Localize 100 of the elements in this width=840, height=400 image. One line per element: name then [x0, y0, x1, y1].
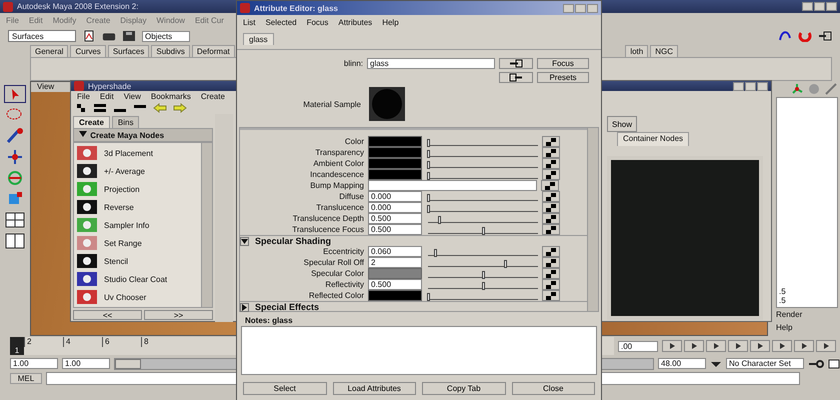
- range-handle[interactable]: [115, 358, 141, 368]
- node-item[interactable]: 3d Placement: [76, 145, 199, 161]
- color-swatch[interactable]: [368, 136, 422, 147]
- maximize-button[interactable]: [745, 82, 756, 90]
- playback-button-icon[interactable]: [662, 340, 682, 352]
- input-connections-button[interactable]: [499, 58, 533, 69]
- end-time-field[interactable]: .00: [618, 340, 658, 352]
- map-button[interactable]: [542, 136, 560, 147]
- key-icon[interactable]: [808, 358, 824, 368]
- dialog-button[interactable]: Copy Tab: [422, 382, 506, 395]
- tab[interactable]: Bins: [112, 116, 140, 128]
- dialog-button[interactable]: Load Attributes: [332, 382, 416, 395]
- menu-item[interactable]: Help: [776, 321, 838, 334]
- playback-button-icon[interactable]: [728, 340, 748, 352]
- map-button[interactable]: [542, 147, 560, 158]
- map-button[interactable]: [542, 290, 560, 301]
- slider-thumb[interactable]: [482, 271, 485, 279]
- dialog-button[interactable]: Select: [243, 382, 326, 395]
- map-button[interactable]: [542, 169, 560, 180]
- node-item[interactable]: Stencil: [76, 253, 199, 269]
- tab[interactable]: Create: [73, 116, 110, 128]
- slider-thumb[interactable]: [482, 227, 485, 235]
- shelf-tab[interactable]: Deformat: [192, 45, 235, 57]
- menu-item[interactable]: Attributes: [338, 18, 372, 26]
- playback-button-icon[interactable]: [816, 340, 836, 352]
- dialog-button[interactable]: Close: [512, 382, 595, 395]
- menu-set-dropdown[interactable]: Surfaces: [8, 30, 76, 42]
- slider[interactable]: [428, 291, 538, 300]
- node-item[interactable]: +/- Average: [76, 163, 199, 179]
- slider-thumb[interactable]: [427, 293, 430, 301]
- menu-item[interactable]: View: [124, 92, 141, 101]
- map-button[interactable]: [541, 180, 559, 191]
- node-item[interactable]: Projection: [76, 181, 199, 197]
- pencil-icon[interactable]: [824, 83, 838, 95]
- node-name-field[interactable]: glass: [367, 58, 495, 69]
- node-item[interactable]: Studio Clear Coat: [76, 271, 199, 287]
- slider[interactable]: [428, 148, 538, 157]
- command-language-label[interactable]: MEL: [10, 373, 42, 384]
- slider-thumb[interactable]: [438, 216, 441, 224]
- color-swatch[interactable]: [368, 169, 422, 180]
- map-button[interactable]: [542, 202, 560, 213]
- brush-icon[interactable]: [4, 127, 26, 145]
- checker-icon[interactable]: [75, 102, 87, 114]
- expand-toggle[interactable]: [240, 302, 249, 312]
- menu-item[interactable]: Edit: [100, 92, 114, 101]
- arrow-right-icon[interactable]: [173, 102, 187, 114]
- slider-thumb[interactable]: [427, 172, 430, 180]
- curve-icon[interactable]: [778, 30, 792, 42]
- expand-toggle[interactable]: [240, 236, 249, 246]
- value-field[interactable]: 0.500: [368, 224, 422, 235]
- minimize-button[interactable]: [733, 82, 744, 90]
- tab[interactable]: glass: [243, 33, 274, 45]
- color-swatch[interactable]: [368, 268, 422, 279]
- slider-thumb[interactable]: [427, 205, 430, 213]
- map-button[interactable]: [542, 191, 560, 202]
- slider[interactable]: [428, 159, 538, 168]
- playback-button-icon[interactable]: [772, 340, 792, 352]
- presets-button[interactable]: Presets: [537, 72, 589, 83]
- shelf-tab[interactable]: Surfaces: [108, 45, 150, 57]
- color-swatch[interactable]: [368, 290, 422, 301]
- slider[interactable]: [428, 280, 538, 289]
- value-field[interactable]: 0.060: [368, 246, 422, 257]
- slider-thumb[interactable]: [427, 150, 430, 158]
- menu-item[interactable]: View: [37, 82, 54, 92]
- slider-thumb[interactable]: [482, 282, 485, 290]
- shelf-tab[interactable]: Subdivs: [151, 45, 190, 57]
- selection-mode-field[interactable]: Objects: [142, 30, 190, 42]
- slider[interactable]: [428, 192, 538, 201]
- input-icon[interactable]: [818, 30, 832, 42]
- map-button[interactable]: [542, 279, 560, 290]
- shelf-tab[interactable]: General: [30, 45, 68, 57]
- menu-item[interactable]: Render: [776, 308, 838, 321]
- value-field[interactable]: 2: [368, 257, 422, 268]
- map-button[interactable]: [542, 224, 560, 235]
- slider-thumb[interactable]: [427, 161, 430, 169]
- map-button[interactable]: [542, 213, 560, 224]
- slider-thumb[interactable]: [427, 139, 430, 147]
- playback-button-icon[interactable]: [794, 340, 814, 352]
- notes-field[interactable]: [241, 326, 597, 375]
- slider[interactable]: [428, 214, 538, 223]
- color-swatch[interactable]: [368, 158, 422, 169]
- focus-button[interactable]: Focus: [537, 58, 589, 69]
- section-header[interactable]: Create Maya Nodes: [73, 128, 213, 142]
- nav-button[interactable]: >>: [144, 310, 213, 320]
- color-swatch[interactable]: [368, 147, 422, 158]
- menu-item[interactable]: Focus: [306, 18, 328, 26]
- start-time-field[interactable]: 1.00: [10, 358, 58, 369]
- axes-icon[interactable]: [790, 83, 804, 95]
- slider[interactable]: [428, 247, 538, 256]
- shelf-tab[interactable]: loth: [625, 45, 648, 57]
- playback-button-icon[interactable]: [706, 340, 726, 352]
- slider-thumb[interactable]: [504, 260, 507, 268]
- shelf-tab[interactable]: Curves: [70, 45, 106, 57]
- scrollbar[interactable]: [201, 143, 212, 307]
- node-item[interactable]: Sampler Info: [76, 217, 199, 233]
- slider[interactable]: [428, 225, 538, 234]
- menu-item[interactable]: List: [243, 18, 256, 26]
- map-field[interactable]: [368, 180, 537, 191]
- value-field[interactable]: 0.500: [368, 213, 422, 224]
- slider-thumb[interactable]: [427, 194, 430, 202]
